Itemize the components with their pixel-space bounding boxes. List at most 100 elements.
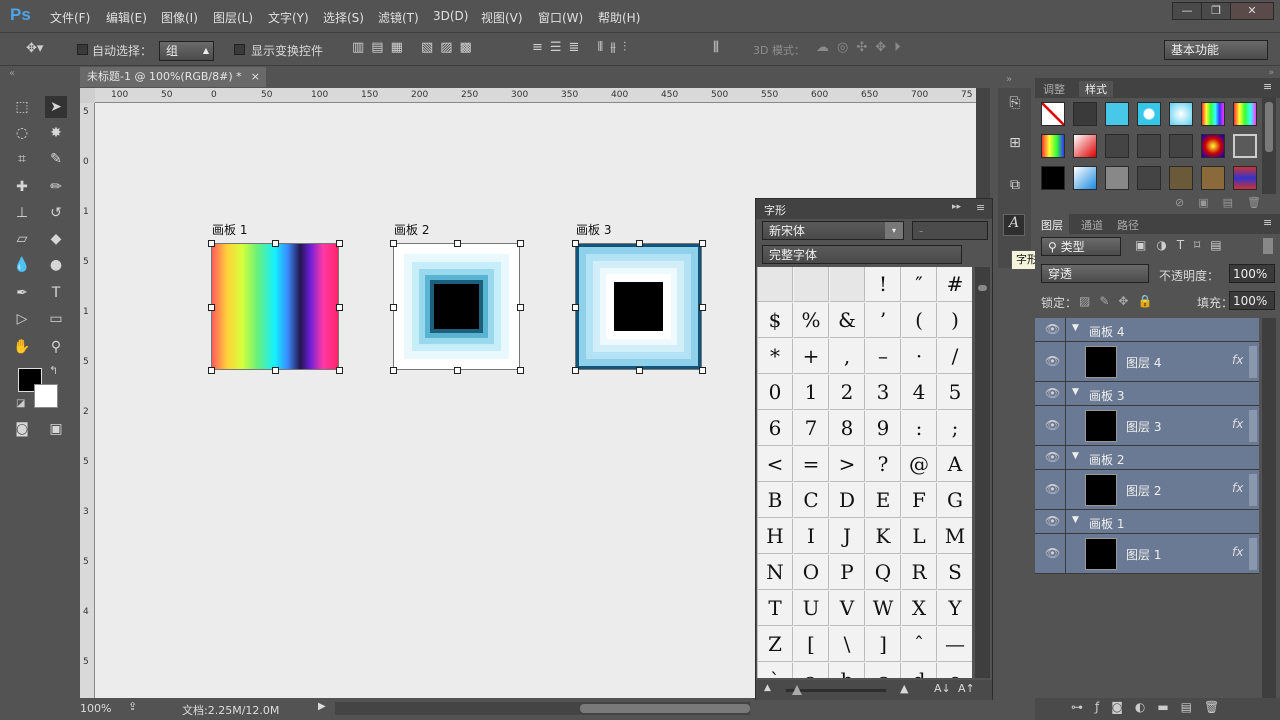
3d-mode-icons[interactable]: ☁◎✣✥⏵: [816, 40, 909, 55]
menu-help[interactable]: 帮助(H): [598, 9, 640, 26]
restore-button[interactable]: ❐: [1201, 2, 1231, 20]
transform-handle[interactable]: [699, 303, 706, 311]
minimize-button[interactable]: —: [1172, 2, 1202, 20]
dock-collapse-icon[interactable]: »: [1006, 74, 1012, 85]
glyph-cell[interactable]: W: [866, 591, 901, 626]
tab-adjustments[interactable]: 调整: [1043, 81, 1065, 97]
glyph-cell[interactable]: ;: [938, 411, 972, 446]
transform-handle[interactable]: [390, 240, 397, 247]
glyph-subset-dropdown[interactable]: 完整字体: [762, 245, 962, 264]
glyph-cell[interactable]: [794, 267, 829, 302]
visibility-eye-icon[interactable]: 👁: [1045, 322, 1060, 336]
glyphs-tab[interactable]: 字形: [764, 202, 786, 218]
glyph-cell[interactable]: !: [866, 267, 901, 302]
glyph-scrollbar[interactable]: [975, 267, 990, 678]
style-swatch[interactable]: [1041, 166, 1065, 190]
move-tool-icon[interactable]: ✥▾: [26, 41, 43, 56]
lock-icons[interactable]: ▨✎✥🔒: [1079, 294, 1161, 308]
glyph-cell[interactable]: 9: [866, 411, 901, 446]
style-swatch[interactable]: [1073, 102, 1097, 126]
collapse-icon[interactable]: «: [9, 68, 15, 79]
pen-tool-icon[interactable]: ✒: [11, 282, 33, 304]
artboard-3[interactable]: [575, 243, 702, 370]
glyph-cell[interactable]: 5: [938, 375, 972, 410]
glyph-cell[interactable]: P: [830, 555, 865, 590]
glyph-cell[interactable]: S: [938, 555, 972, 590]
auto-select-checkbox[interactable]: [77, 44, 88, 55]
glyph-cell[interactable]: 7: [794, 411, 829, 446]
glyph-cell[interactable]: *: [758, 339, 793, 374]
type-tool-icon[interactable]: T: [45, 282, 67, 304]
menu-select[interactable]: 选择(S): [323, 9, 364, 26]
artboard-2[interactable]: [393, 243, 520, 370]
share-icon[interactable]: ⇪: [128, 700, 137, 713]
style-swatch[interactable]: [1105, 102, 1129, 126]
transform-handle[interactable]: [336, 303, 343, 311]
glyph-cell[interactable]: c: [866, 663, 901, 678]
layer-row[interactable]: 👁 图层 1 fx: [1035, 534, 1259, 574]
tab-channels[interactable]: 通道: [1081, 217, 1103, 233]
glyphs-panel-icon[interactable]: A: [1003, 214, 1025, 236]
glyph-cell[interactable]: D: [830, 483, 865, 518]
hand-tool-icon[interactable]: ✋: [11, 336, 33, 358]
path-select-icon[interactable]: ▷: [11, 308, 33, 330]
layers-scrollbar[interactable]: [1262, 318, 1276, 698]
styles-footer-icons[interactable]: ⊘▣▤🗑: [1175, 196, 1275, 209]
glyph-cell[interactable]: 8: [830, 411, 865, 446]
paint-bucket-icon[interactable]: ◆: [45, 228, 67, 250]
visibility-eye-icon[interactable]: 👁: [1045, 386, 1060, 400]
rectangle-tool-icon[interactable]: ▭: [45, 308, 67, 330]
transform-handle[interactable]: [272, 367, 279, 374]
style-swatch[interactable]: [1137, 166, 1161, 190]
glyph-cell[interactable]: [: [794, 627, 829, 662]
artboard-1[interactable]: [211, 243, 339, 370]
style-swatch[interactable]: [1233, 102, 1257, 126]
menu-image[interactable]: 图像(I): [161, 9, 198, 26]
decrease-size-icon[interactable]: A↓: [934, 682, 951, 695]
style-swatch[interactable]: [1201, 166, 1225, 190]
lasso-tool-icon[interactable]: ◌: [11, 122, 33, 144]
transform-handle[interactable]: [390, 367, 397, 374]
glyph-cell[interactable]: =: [794, 447, 829, 482]
layer-row[interactable]: 👁 图层 3 fx: [1035, 406, 1259, 446]
glyph-cell[interactable]: 0: [758, 375, 793, 410]
glyph-cell[interactable]: M: [938, 519, 972, 554]
glyph-cell[interactable]: N: [758, 555, 793, 590]
history-brush-icon[interactable]: ↺: [45, 202, 67, 224]
transform-handle[interactable]: [572, 303, 579, 311]
history-panel-icon[interactable]: ⎘: [1004, 92, 1026, 114]
glyph-cell[interactable]: +: [794, 339, 829, 374]
increase-size-icon[interactable]: A↑: [958, 682, 975, 695]
glyph-cell[interactable]: 4: [902, 375, 937, 410]
transform-handle[interactable]: [517, 240, 524, 247]
transform-handle[interactable]: [208, 240, 215, 247]
menu-file[interactable]: 文件(F): [50, 9, 90, 26]
effects-expand-toggle[interactable]: [1249, 410, 1257, 442]
style-swatch[interactable]: [1073, 134, 1097, 158]
show-transform-checkbox[interactable]: [234, 44, 245, 55]
glyph-cell[interactable]: ″: [902, 267, 937, 302]
layer-effects-icon[interactable]: fx: [1232, 417, 1243, 431]
zoom-out-small-icon[interactable]: ▲: [764, 683, 771, 693]
eyedropper-icon[interactable]: ✎: [45, 148, 67, 170]
layer-thumbnail[interactable]: [1085, 474, 1117, 506]
panel-menu-icon[interactable]: ≡: [1263, 80, 1272, 93]
magic-wand-icon[interactable]: ✸: [45, 122, 67, 144]
align-icons[interactable]: ▥▤▦ ▧▨▩: [352, 40, 479, 55]
style-swatch[interactable]: [1073, 166, 1097, 190]
auto-select-dropdown[interactable]: 组 ▲: [159, 41, 214, 61]
style-swatch[interactable]: [1105, 166, 1129, 190]
glyph-cell[interactable]: 3: [866, 375, 901, 410]
glyph-cell[interactable]: &: [830, 303, 865, 338]
layer-group-row[interactable]: 👁 ▼ 画板 3: [1035, 382, 1259, 406]
glyph-cell[interactable]: ): [938, 303, 972, 338]
auto-align-icon[interactable]: ⫼: [713, 40, 719, 55]
layer-group-row[interactable]: 👁 ▼ 画板 1: [1035, 510, 1259, 534]
screen-mode-icon[interactable]: ▣: [45, 418, 67, 440]
transform-handle[interactable]: [699, 367, 706, 374]
status-menu-arrow-icon[interactable]: ▶: [318, 701, 326, 712]
transform-handle[interactable]: [572, 240, 579, 247]
style-swatch[interactable]: [1169, 166, 1193, 190]
style-swatch[interactable]: [1201, 134, 1225, 158]
glyph-cell[interactable]: X: [902, 591, 937, 626]
